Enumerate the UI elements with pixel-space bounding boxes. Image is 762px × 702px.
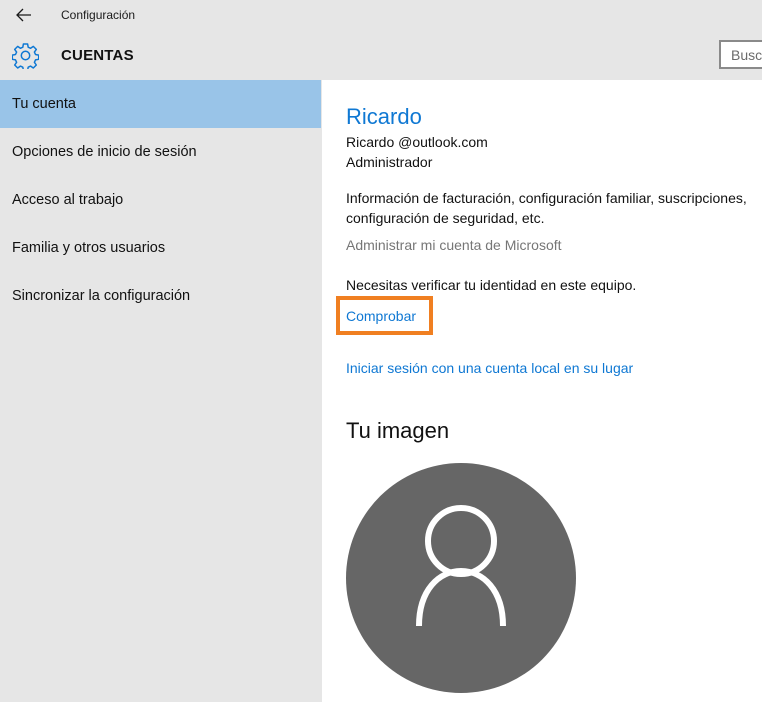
verify-link-label: Comprobar: [346, 307, 417, 324]
app-title: Configuración: [61, 8, 136, 22]
sidebar-item-sincronizar[interactable]: Sincronizar la configuración: [0, 272, 322, 320]
manage-account-link[interactable]: Administrar mi cuenta de Microsoft: [346, 237, 562, 253]
search-input[interactable]: [719, 40, 762, 69]
sidebar-item-label: Acceso al trabajo: [12, 192, 124, 208]
sidebar-item-label: Opciones de inicio de sesión: [12, 144, 197, 160]
user-silhouette-icon: [416, 505, 506, 627]
billing-info-text: Información de facturación, configuració…: [346, 190, 747, 226]
sidebar-item-tu-cuenta[interactable]: Tu cuenta: [0, 80, 321, 128]
sidebar-item-familia-usuarios[interactable]: Familia y otros usuarios: [0, 224, 322, 272]
main-content: Ricardo Ricardo @outlook.com Administrad…: [322, 80, 762, 702]
sidebar: Tu cuenta Opciones de inicio de sesión A…: [0, 80, 322, 702]
sidebar-item-label: Sincronizar la configuración: [12, 288, 191, 304]
sidebar-item-label: Familia y otros usuarios: [12, 240, 166, 256]
account-name: Ricardo: [346, 104, 422, 129]
sidebar-item-acceso-trabajo[interactable]: Acceso al trabajo: [0, 176, 322, 224]
picture-section-title: Tu imagen: [346, 418, 450, 443]
title-bar: Configuración: [0, 0, 762, 30]
arrow-left-icon: [16, 8, 31, 22]
page-header: CUENTAS: [0, 30, 762, 80]
verify-identity-text: Necesitas verificar tu identidad en este…: [346, 277, 637, 293]
account-email: Ricardo @outlook.com: [346, 134, 488, 150]
page-title: CUENTAS: [61, 47, 134, 64]
gear-icon: [12, 43, 39, 69]
local-account-link[interactable]: Iniciar sesión con una cuenta local en s…: [346, 360, 633, 376]
sidebar-item-label: Tu cuenta: [12, 96, 76, 112]
verify-link[interactable]: Comprobar: [336, 296, 433, 335]
avatar: [346, 463, 576, 693]
sidebar-item-opciones-inicio-sesion[interactable]: Opciones de inicio de sesión: [0, 128, 322, 176]
back-button[interactable]: [12, 4, 36, 26]
account-role: Administrador: [346, 154, 433, 170]
